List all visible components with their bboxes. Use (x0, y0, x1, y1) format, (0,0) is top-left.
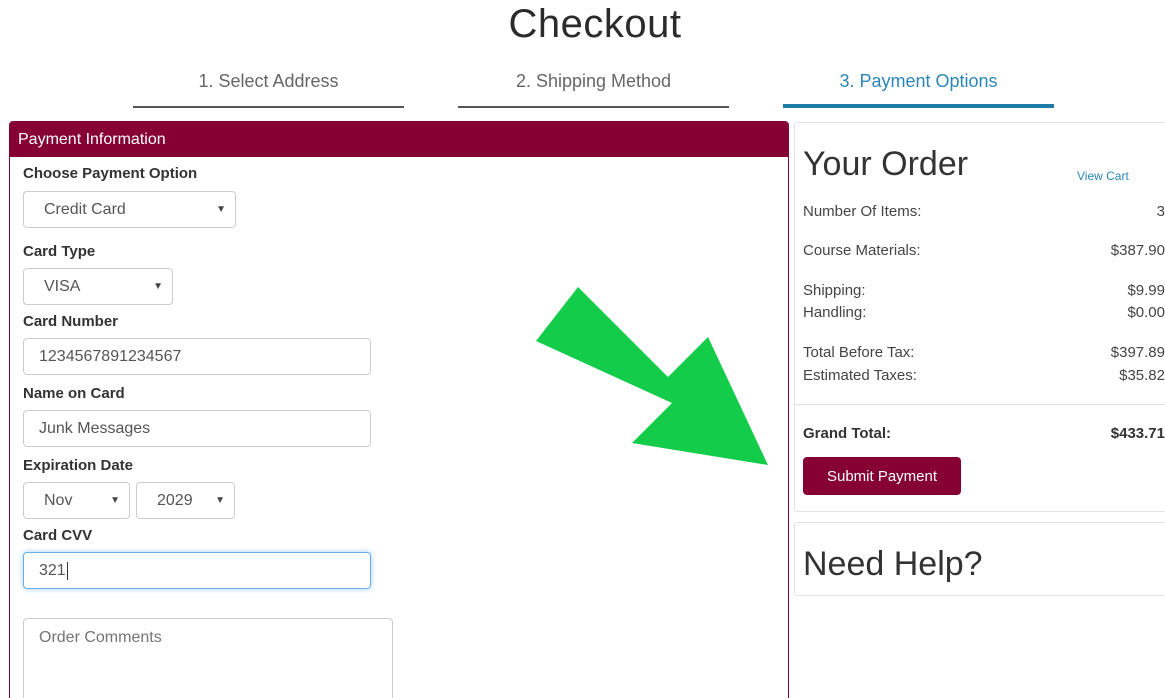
materials-value: $387.90 (1110, 242, 1165, 259)
name-on-card-value: Junk Messages (39, 420, 151, 437)
materials-label: Course Materials: (803, 242, 921, 259)
payment-option-select[interactable]: Credit Card ▼ (23, 191, 236, 228)
name-on-card-label: Name on Card (23, 385, 125, 402)
card-number-value: 1234567891234567 (39, 348, 182, 365)
step-select-address[interactable]: 1. Select Address (133, 68, 404, 108)
step-shipping-method[interactable]: 2. Shipping Method (458, 68, 729, 108)
order-divider (795, 404, 1165, 405)
help-title: Need Help? (803, 545, 983, 583)
order-comments-textarea[interactable] (23, 618, 393, 698)
expiration-month-select[interactable]: Nov ▼ (23, 482, 130, 519)
caret-down-icon: ▼ (216, 204, 226, 215)
checkout-steps: 1. Select Address 2. Shipping Method 3. … (0, 68, 1165, 112)
shipping-label: Shipping: (803, 282, 866, 299)
expiration-year-value: 2029 (157, 492, 193, 509)
order-title: Your Order (803, 145, 969, 183)
step-payment-options[interactable]: 3. Payment Options (783, 68, 1054, 108)
card-type-value: VISA (44, 278, 81, 295)
payment-panel-header: Payment Information (10, 122, 788, 157)
need-help-panel: Need Help? (794, 522, 1165, 596)
view-cart-link[interactable]: View Cart (1077, 169, 1129, 183)
handling-value: $0.00 (1127, 304, 1165, 321)
taxes-label: Estimated Taxes: (803, 367, 917, 384)
card-type-label: Card Type (23, 243, 96, 260)
caret-down-icon: ▼ (110, 495, 120, 506)
items-value: 3 (1156, 203, 1165, 220)
handling-label: Handling: (803, 304, 867, 321)
expiration-month-value: Nov (44, 492, 73, 509)
grand-total-label: Grand Total: (803, 425, 892, 442)
grand-total-value: $433.71 (1110, 425, 1165, 442)
payment-option-label: Choose Payment Option (23, 165, 198, 182)
items-label: Number Of Items: (803, 203, 922, 220)
card-type-select[interactable]: VISA ▼ (23, 268, 173, 305)
before-tax-label: Total Before Tax: (803, 344, 915, 361)
green-arrow-icon (536, 287, 768, 465)
before-tax-value: $397.89 (1110, 344, 1165, 361)
shipping-value: $9.99 (1127, 282, 1165, 299)
payment-option-value: Credit Card (44, 201, 126, 218)
name-on-card-input[interactable]: Junk Messages (23, 410, 371, 447)
taxes-value: $35.82 (1119, 367, 1165, 384)
caret-down-icon: ▼ (215, 495, 225, 506)
expiration-year-select[interactable]: 2029 ▼ (136, 482, 235, 519)
checkout-page: Checkout 1. Select Address 2. Shipping M… (0, 0, 1165, 698)
text-cursor (66, 561, 68, 580)
caret-down-icon: ▼ (153, 281, 163, 292)
expiration-date-label: Expiration Date (23, 457, 134, 474)
card-number-label: Card Number (23, 313, 119, 330)
submit-payment-button[interactable]: Submit Payment (803, 457, 961, 495)
card-cvv-label: Card CVV (23, 527, 93, 544)
order-summary-panel: Your Order View Cart Number Of Items: 3 … (794, 122, 1165, 512)
card-number-input[interactable]: 1234567891234567 (23, 338, 371, 375)
card-cvv-input[interactable]: 321 (23, 552, 371, 589)
card-cvv-value: 321 (39, 562, 66, 579)
page-title: Checkout (508, 2, 682, 46)
